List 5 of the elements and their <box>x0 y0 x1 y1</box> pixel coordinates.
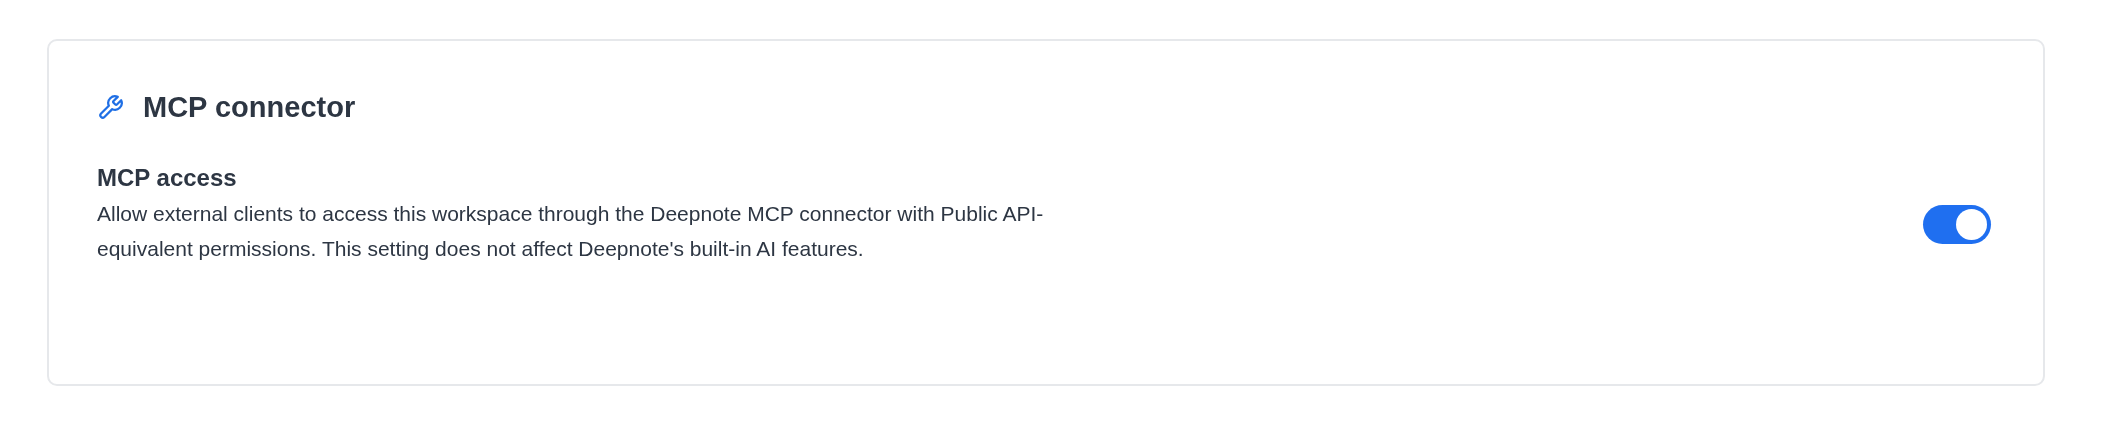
setting-label: MCP access <box>97 164 238 192</box>
wrench-icon <box>97 94 124 121</box>
setting-description: Allow external clients to access this workspace through the Deepnote MCP connector with Public API-equivalent permissions. This setting does not affect Deepnote's built-in AI features. <box>97 201 1045 262</box>
section-title: MCP connector <box>143 91 356 124</box>
toggle-switch[interactable] <box>1923 204 1991 244</box>
